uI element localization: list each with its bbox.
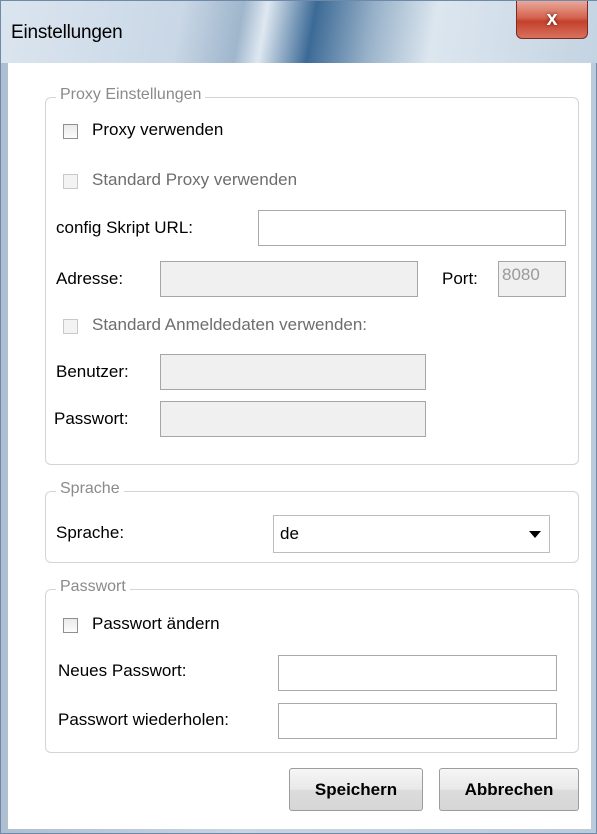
use-proxy-checkbox[interactable] [63, 124, 78, 139]
proxy-settings-legend: Proxy Einstellungen [56, 86, 206, 104]
save-button[interactable]: Speichern [289, 768, 423, 811]
user-label: Benutzer: [56, 362, 129, 381]
close-button[interactable]: x [516, 1, 588, 39]
repeat-password-label: Passwort wiederholen: [58, 710, 230, 729]
change-password-label[interactable]: Passwort ändern [92, 614, 220, 634]
use-proxy-label[interactable]: Proxy verwenden [92, 120, 223, 140]
address-input[interactable] [160, 261, 418, 297]
standard-proxy-checkbox[interactable] [63, 174, 78, 189]
language-label: Sprache: [56, 523, 125, 542]
settings-window: Einstellungen x Proxy Einstellungen Prox… [0, 0, 597, 834]
language-legend: Sprache [56, 480, 124, 498]
standard-credentials-label[interactable]: Standard Anmeldedaten verwenden: [92, 315, 367, 335]
password-legend: Passwort [56, 578, 130, 596]
config-script-url-input[interactable] [258, 210, 566, 246]
password-input[interactable] [160, 401, 426, 437]
title-bar[interactable]: Einstellungen x [1, 1, 597, 63]
password-label: Passwort: [54, 409, 129, 428]
address-label: Adresse: [56, 269, 124, 288]
new-password-label: Neues Passwort: [58, 661, 187, 680]
user-input[interactable] [160, 354, 426, 390]
standard-proxy-label[interactable]: Standard Proxy verwenden [92, 170, 297, 190]
standard-credentials-checkbox[interactable] [63, 319, 78, 334]
chevron-down-icon[interactable] [529, 531, 541, 538]
port-input[interactable]: 8080 [498, 261, 566, 297]
dialog-client-area: Proxy Einstellungen Proxy verwenden Stan… [8, 63, 591, 829]
window-title: Einstellungen [11, 22, 123, 43]
language-select[interactable]: de [273, 515, 550, 553]
config-script-url-label: config Skript URL: [56, 218, 193, 237]
repeat-password-input[interactable] [278, 703, 557, 739]
close-icon: x [546, 8, 558, 30]
language-selected-value: de [280, 524, 299, 543]
cancel-button[interactable]: Abbrechen [439, 768, 579, 811]
port-label: Port: [442, 269, 478, 288]
new-password-input[interactable] [278, 655, 557, 691]
change-password-checkbox[interactable] [63, 618, 78, 633]
